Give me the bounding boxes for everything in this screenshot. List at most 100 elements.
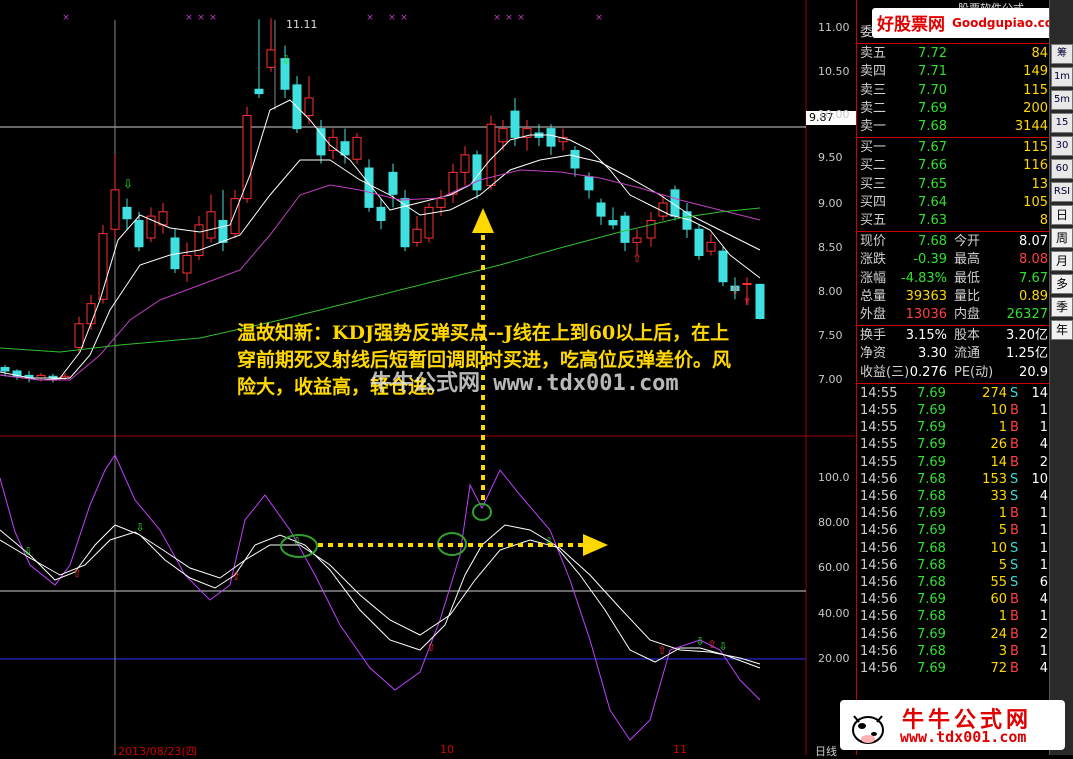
tick-count: 1 [1039,523,1048,539]
candle-up [646,220,656,239]
brand-logo-bottom: 牛牛公式网 www.tdx001.com [840,700,1065,750]
stat-row[interactable]: 总量 39363 量比 0.89 [857,288,1050,306]
tick-direction: S [1010,557,1019,573]
marker-x: × [493,13,501,23]
tick-row[interactable]: 14:56 7.68 33 S 4 [857,488,1050,505]
tick-price: 7.69 [917,626,946,642]
tick-volume: 10 [990,403,1007,418]
sell-level-row[interactable]: 卖二 7.69 200 [857,100,1050,118]
marker-x: × [388,13,396,23]
sell-arrow-icon: ⇩ [123,177,133,191]
tick-count: 1 [1039,643,1048,659]
stat-label: 涨幅 [860,270,887,286]
buy-level-price: 7.67 [918,140,947,156]
tick-direction: S [1010,471,1019,487]
stat-label: 收益(三) [860,364,910,380]
tick-time: 14:55 [860,420,898,436]
brand-logo-top: 好股票网 Goodgupiao.com [872,8,1066,38]
period-label[interactable]: 日线 [815,743,837,759]
tick-price: 7.69 [917,506,946,522]
stat-row[interactable]: 现价 7.68 今开 8.07 [857,233,1050,251]
buy-level-row[interactable]: 买五 7.63 8 [857,212,1050,230]
side-tab[interactable]: 1m [1051,67,1073,87]
buy-level-volume: 115 [1023,140,1048,156]
buy-level-row[interactable]: 买四 7.64 105 [857,194,1050,212]
stat-label: 流通 [954,346,981,362]
tick-price: 7.69 [917,661,946,676]
tick-direction: B [1010,420,1019,436]
stat-row[interactable]: 涨幅 -4.83% 最低 7.67 [857,270,1050,288]
tick-time: 14:56 [860,506,898,522]
date-label-2: 10 [440,743,454,756]
highlight-circle [472,503,492,521]
side-tab[interactable]: 筹 [1051,44,1073,64]
tick-row[interactable]: 14:55 7.69 10 B 1 [857,402,1050,419]
stat-value: 13036 [905,307,947,322]
sell-level-row[interactable]: 卖四 7.71 149 [857,63,1050,81]
candle-up [352,136,362,160]
stat-label: 内盘 [954,307,981,322]
tick-row[interactable]: 14:56 7.69 1 B 1 [857,505,1050,522]
side-tab[interactable]: 15 [1051,113,1073,133]
buy-level-label: 买一 [860,140,887,156]
sell-level-row[interactable]: 卖三 7.70 115 [857,82,1050,100]
tick-row[interactable]: 14:55 7.69 274 S 14 [857,385,1050,402]
side-tab[interactable]: 月 [1051,251,1073,271]
stat-label: 量比 [954,288,981,304]
tick-row[interactable]: 14:56 7.68 1 B 1 [857,608,1050,625]
stat-value: 39363 [905,288,947,304]
sell-level-row[interactable]: 卖一 7.68 3144 [857,118,1050,136]
tick-row[interactable]: 14:56 7.68 153 S 10 [857,471,1050,488]
side-tab[interactable]: 60 [1051,159,1073,179]
stat-value: 8.08 [1019,252,1048,268]
stat-value: 0.276 [909,364,947,380]
tick-time: 14:56 [860,471,898,487]
tick-row[interactable]: 14:56 7.69 60 B 4 [857,591,1050,608]
buy-level-row[interactable]: 买三 7.65 13 [857,176,1050,194]
tick-row[interactable]: 14:55 7.69 1 B 1 [857,419,1050,436]
buy-level-row[interactable]: 买二 7.66 116 [857,157,1050,175]
tick-row[interactable]: 14:55 7.69 26 B 4 [857,436,1050,453]
stat-row[interactable]: 换手 3.15% 股本 3.20亿 [857,327,1050,345]
side-tab[interactable]: 5m [1051,90,1073,110]
watermark: 牛牛公式网 www.tdx001.com [370,371,679,396]
sell-level-row[interactable]: 卖五 7.72 84 [857,45,1050,63]
tick-row[interactable]: 14:56 7.68 3 B 1 [857,643,1050,660]
stat-value: 1.25亿 [1006,346,1048,362]
tick-row[interactable]: 14:56 7.69 72 B 4 [857,660,1050,677]
stat-row[interactable]: 净资 3.30 流通 1.25亿 [857,345,1050,363]
side-tab[interactable]: 季 [1051,297,1073,317]
sell-level-price: 7.68 [918,119,947,134]
side-tab[interactable]: 多 [1051,274,1073,294]
tick-row[interactable]: 14:55 7.69 14 B 2 [857,454,1050,471]
tick-direction: B [1010,609,1019,625]
buy-level-row[interactable]: 买一 7.67 115 [857,139,1050,157]
side-tab[interactable]: RSI [1051,182,1073,202]
tick-direction: B [1010,661,1019,676]
side-tab[interactable]: 30 [1051,136,1073,156]
cow-logo-icon [852,715,884,744]
tick-row[interactable]: 14:56 7.69 24 B 2 [857,626,1050,643]
kdj-buy-icon: ⇧ [72,567,81,580]
side-tab[interactable]: 年 [1051,320,1073,340]
tick-time: 14:55 [860,437,898,453]
sell-level-price: 7.70 [918,82,947,98]
tick-row[interactable]: 14:56 7.69 5 B 1 [857,522,1050,539]
side-tab[interactable]: 周 [1051,228,1073,248]
tick-row[interactable]: 14:56 7.68 5 S 1 [857,557,1050,574]
candle-down [388,171,398,195]
candle-up [412,228,422,243]
candle-down [510,110,520,138]
stat-row[interactable]: 涨跌 -0.39 最高 8.08 [857,251,1050,269]
tick-row[interactable]: 14:56 7.68 55 S 6 [857,574,1050,591]
tick-row[interactable]: 14:56 7.68 10 S 1 [857,540,1050,557]
stat-label: 股本 [954,328,981,344]
quote-panel: 委比62.37%委差5959卖五7.7284卖四7.71149卖三7.70115… [856,0,1050,755]
tick-direction: B [1010,506,1019,522]
stat-value: -4.83% [901,270,947,286]
stat-row[interactable]: 收益(三) 0.276 PE(动) 20.9 [857,364,1050,382]
stat-row[interactable]: 外盘 13036 内盘 26327 [857,306,1050,324]
tick-volume: 153 [982,471,1007,487]
tick-count: 4 [1039,437,1048,453]
side-tab[interactable]: 日 [1051,205,1073,225]
